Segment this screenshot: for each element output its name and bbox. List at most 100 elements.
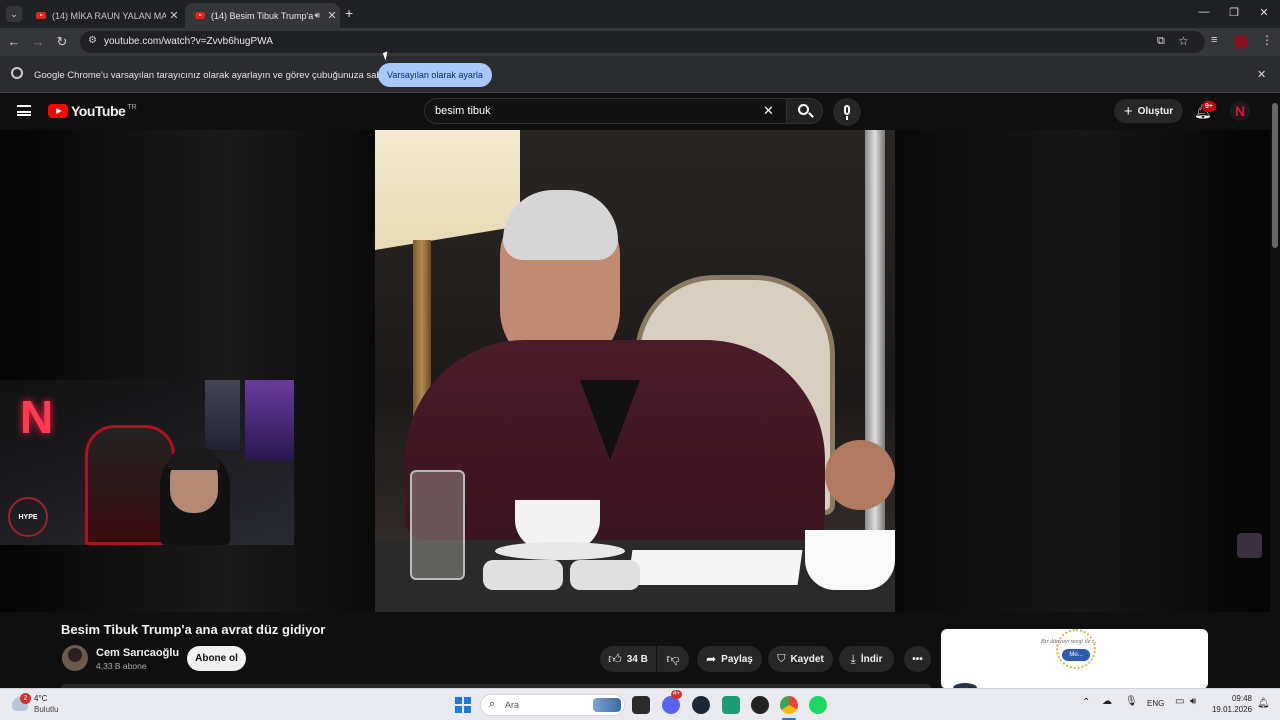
search-input[interactable]: besim tibuk ✕ bbox=[424, 98, 787, 124]
more-actions-button[interactable]: ••• bbox=[904, 646, 931, 672]
weather-badge: 2 bbox=[20, 693, 31, 704]
plus-icon: + bbox=[1123, 102, 1133, 120]
search-icon: ⌕ bbox=[489, 698, 496, 710]
n-logo-icon: N bbox=[20, 391, 54, 443]
thumbs-down-icon: 👎︎ bbox=[666, 651, 680, 666]
search-button[interactable] bbox=[786, 98, 823, 124]
save-label: Kaydet bbox=[790, 653, 824, 665]
back-icon[interactable]: ← bbox=[6, 34, 22, 49]
discord-badge: 4+ bbox=[671, 690, 682, 699]
profile-avatar[interactable] bbox=[1234, 35, 1248, 49]
guide-menu-icon[interactable] bbox=[17, 105, 31, 116]
tab-strip: ⌄ (14) MİKA RAUN YALAN MAKİN ✕ (14) Besi… bbox=[0, 0, 1280, 28]
ad-badge: Mo... bbox=[1062, 649, 1090, 661]
tab-search-chevron-icon[interactable]: ⌄ bbox=[6, 6, 22, 22]
cup-right bbox=[805, 530, 895, 590]
taskbar-search[interactable]: ⌕ Ara bbox=[480, 694, 625, 716]
audio-playing-icon[interactable]: 🔊︎ bbox=[314, 10, 320, 21]
voice-search-button[interactable] bbox=[833, 98, 861, 126]
subscribe-button[interactable]: Abone ol bbox=[187, 646, 246, 671]
youtube-logo[interactable]: YouTube TR bbox=[48, 103, 137, 119]
tab-mika-raun[interactable]: (14) MİKA RAUN YALAN MAKİN ✕ bbox=[26, 3, 182, 28]
poster bbox=[205, 380, 240, 450]
microphone-tray-icon[interactable]: 🎙︎ bbox=[1125, 696, 1138, 707]
steam-icon[interactable] bbox=[692, 696, 710, 714]
lampshade bbox=[375, 130, 520, 250]
minimize-icon[interactable]: — bbox=[1194, 6, 1214, 18]
youtube-favicon-icon bbox=[195, 12, 205, 19]
task-view-icon[interactable] bbox=[632, 696, 650, 714]
channel-avatar[interactable] bbox=[62, 645, 88, 671]
forward-icon[interactable]: → bbox=[30, 34, 46, 49]
youtube-play-icon bbox=[48, 104, 68, 118]
tab-close-icon[interactable]: ✕ bbox=[324, 9, 340, 22]
restore-icon[interactable]: ❐ bbox=[1224, 6, 1244, 19]
bookmark-star-icon[interactable]: ☆ bbox=[1178, 34, 1189, 48]
download-button[interactable]: ⤓ İndir bbox=[839, 646, 894, 672]
address-bar[interactable]: ⚙ youtube.com/watch?v=Zvvb6hugPWA ⧉ ☆ bbox=[80, 31, 1205, 53]
set-default-button[interactable]: Varsayılan olarak ayarla bbox=[378, 63, 492, 87]
tab-besim-tibuk[interactable]: (14) Besim Tibuk Trump'a a 🔊︎ ✕ bbox=[185, 3, 340, 28]
streamer-webcam: N HYPE bbox=[0, 380, 294, 545]
man-hand bbox=[825, 440, 895, 510]
media-control-icon[interactable]: ≡ bbox=[1211, 34, 1217, 46]
network-icon[interactable]: ▭ bbox=[1175, 696, 1184, 707]
weather-desc[interactable]: Bulutlu bbox=[34, 705, 58, 714]
site-info-icon[interactable]: ⚙ bbox=[88, 35, 97, 46]
clear-search-icon[interactable]: ✕ bbox=[763, 103, 774, 119]
clock-date[interactable]: 19.01.2026 bbox=[1208, 705, 1252, 714]
new-tab-icon[interactable]: + bbox=[345, 5, 353, 21]
download-label: İndir bbox=[860, 653, 883, 665]
notification-count-badge: 9+ bbox=[1202, 101, 1216, 112]
search-query[interactable]: besim tibuk bbox=[435, 105, 491, 117]
country-code: TR bbox=[127, 103, 137, 111]
youtube-favicon-icon bbox=[36, 12, 46, 19]
video-player[interactable]: N HYPE bbox=[0, 130, 1270, 612]
search-highlight-image bbox=[593, 698, 621, 712]
french-press bbox=[410, 470, 465, 580]
tab-close-icon[interactable]: ✕ bbox=[166, 9, 182, 22]
browser-toolbar: ← → ↻ ⚙ youtube.com/watch?v=Zvvb6hugPWA … bbox=[0, 28, 1280, 56]
language-indicator[interactable]: ENG bbox=[1147, 699, 1164, 708]
infobar-text: Google Chrome'u varsayılan tarayıcınız o… bbox=[34, 70, 406, 81]
share-button[interactable]: ➦ Paylaş bbox=[697, 646, 762, 672]
app-green-icon[interactable] bbox=[722, 696, 740, 714]
scrollbar-thumb[interactable] bbox=[1272, 103, 1278, 248]
windows-start-icon[interactable] bbox=[455, 697, 471, 713]
account-avatar[interactable]: N bbox=[1230, 101, 1250, 121]
taskbar-search-label: Ara bbox=[505, 700, 520, 710]
create-label: Oluştur bbox=[1137, 105, 1174, 117]
url-text[interactable]: youtube.com/watch?v=Zvvb6hugPWA bbox=[104, 36, 273, 47]
microphone-icon bbox=[844, 105, 850, 115]
subscriber-count: 4,33 B abone bbox=[96, 661, 147, 671]
chrome-menu-icon[interactable]: ⋮ bbox=[1261, 33, 1273, 47]
windows-taskbar: 2 4°C Bulutlu ⌕ Ara 4+ ⌃ ☁ 🎙︎ ENG ▭ 🔊︎ 0… bbox=[0, 688, 1280, 720]
notification-center-icon[interactable]: 🔔︎ bbox=[1257, 698, 1270, 709]
dislike-button[interactable]: 👎︎ bbox=[657, 646, 689, 672]
tab-title: (14) MİKA RAUN YALAN MAKİN bbox=[52, 10, 166, 21]
chrome-logo-icon bbox=[11, 67, 23, 79]
volume-icon[interactable]: 🔊︎ bbox=[1190, 696, 1196, 707]
page-scrollbar[interactable] bbox=[1270, 93, 1280, 688]
install-app-icon[interactable]: ⧉ bbox=[1157, 35, 1165, 48]
cloud-sync-icon[interactable]: ☁ bbox=[1102, 696, 1112, 707]
tray-chevron-icon[interactable]: ⌃ bbox=[1082, 697, 1090, 708]
youtube-wordmark: YouTube bbox=[71, 103, 126, 119]
infobar-close-icon[interactable]: ✕ bbox=[1257, 68, 1266, 81]
app-dark-icon[interactable] bbox=[751, 696, 769, 714]
default-browser-infobar: Google Chrome'u varsayılan tarayıcınız o… bbox=[0, 56, 1280, 93]
close-window-icon[interactable]: ✕ bbox=[1254, 6, 1274, 19]
ad-card[interactable]: Bir dünyayı sevgi ile ... Mo... bbox=[941, 629, 1208, 689]
mini-avatar bbox=[1237, 533, 1262, 558]
create-button[interactable]: + Oluştur bbox=[1114, 99, 1183, 123]
weather-temp[interactable]: 4°C bbox=[34, 694, 47, 703]
clock-time[interactable]: 09:48 bbox=[1212, 694, 1252, 703]
video-title: Besim Tibuk Trump'a ana avrat düz gidiyo… bbox=[61, 622, 326, 637]
save-button[interactable]: ⛉ Kaydet bbox=[768, 646, 833, 672]
reload-icon[interactable]: ↻ bbox=[54, 34, 70, 50]
like-button[interactable]: 👍︎ 34 B bbox=[600, 646, 656, 672]
chrome-taskbar-icon[interactable] bbox=[780, 696, 798, 714]
spotify-icon[interactable] bbox=[809, 696, 827, 714]
channel-name[interactable]: Cem Sarıcaoğlu bbox=[96, 647, 179, 659]
more-horizontal-icon: ••• bbox=[912, 653, 923, 665]
